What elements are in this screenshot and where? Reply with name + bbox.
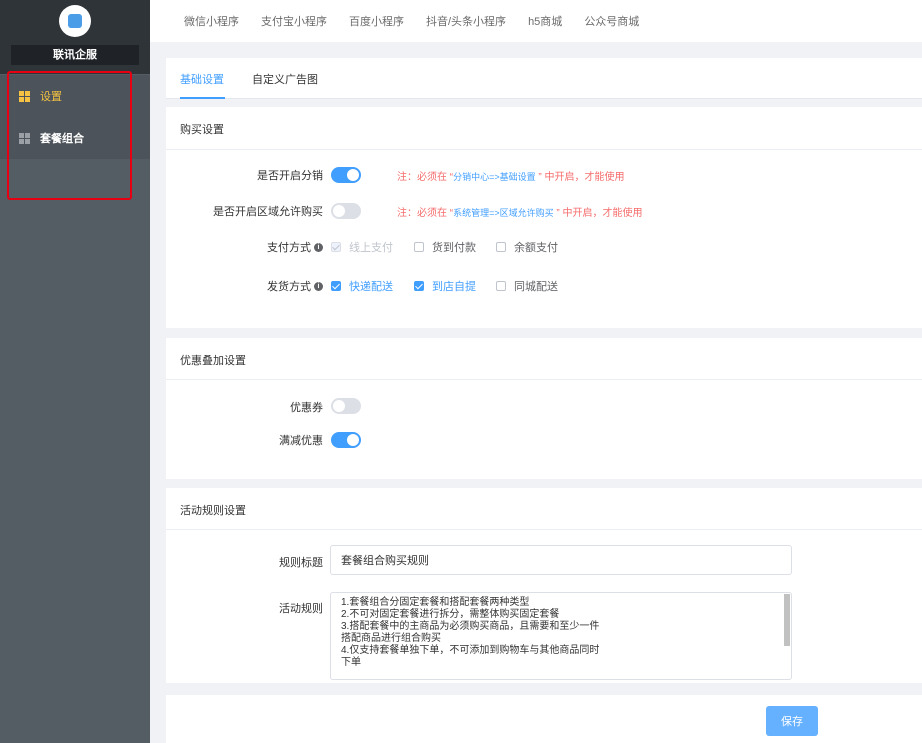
divider [166, 379, 922, 380]
full-reduction-switch[interactable] [331, 432, 361, 448]
sidebar-header: 联讯企服 [0, 0, 150, 74]
delivery-express-checkbox[interactable]: 快递配送 [331, 278, 393, 294]
nav-alipay-miniprogram[interactable]: 支付宝小程序 [261, 13, 327, 29]
purchase-settings-panel: 购买设置 是否开启分销 注：必须在 “分销中心=>基础设置 ” 中开启，才能使用… [166, 107, 922, 328]
activity-rules-textarea[interactable]: 1.套餐组合分固定套餐和搭配套餐两种类型 2.不可对固定套餐进行拆分，需整体购买… [330, 592, 792, 680]
rule-line: 2.不可对固定套餐进行拆分，需整体购买固定套餐 [341, 609, 560, 620]
rule-title-input[interactable] [330, 545, 792, 575]
delivery-local-checkbox[interactable]: 同城配送 [496, 278, 558, 294]
save-button[interactable]: 保存 [766, 706, 818, 736]
activity-rules-label: 活动规则 [279, 603, 323, 615]
activity-rules-panel: 活动规则设置 规则标题 活动规则 1.套餐组合分固定套餐和搭配套餐两种类型 2.… [166, 488, 922, 683]
nav-h5-mall[interactable]: h5商城 [528, 13, 562, 29]
rule-title-label: 规则标题 [279, 557, 323, 569]
nav-douyin-miniprogram[interactable]: 抖音/头条小程序 [426, 13, 506, 29]
brand-name: 联讯企服 [11, 45, 139, 65]
rule-line: 4.仅支持套餐单独下单，不可添加到购物车与其他商品同时 [341, 645, 600, 656]
sidebar: 联讯企服 设置 套餐组合 [0, 0, 150, 743]
region-purchase-switch[interactable] [331, 203, 361, 219]
discount-stacking-panel: 优惠叠加设置 优惠券 满减优惠 [166, 338, 922, 479]
info-icon: i [314, 242, 323, 252]
payment-online-checkbox[interactable]: 线上支付 [331, 239, 393, 255]
settings-tabs: 基础设置 自定义广告图 [166, 58, 922, 99]
section-title: 购买设置 [180, 124, 224, 136]
rule-line: 搭配商品进行组合购买 [341, 633, 441, 644]
payment-method-label: 支付方式 i [267, 239, 323, 255]
highlight-annotation-box [7, 71, 132, 200]
payment-cod-checkbox[interactable]: 货到付款 [414, 239, 476, 255]
footer-bar: 保存 [166, 695, 922, 743]
divider [166, 149, 922, 150]
delivery-pickup-checkbox[interactable]: 到店自提 [414, 278, 476, 294]
section-title: 优惠叠加设置 [180, 355, 246, 367]
coupon-label: 优惠券 [290, 402, 323, 414]
coupon-switch[interactable] [331, 398, 361, 414]
nav-baidu-miniprogram[interactable]: 百度小程序 [349, 13, 404, 29]
full-reduction-label: 满减优惠 [279, 435, 323, 447]
region-purchase-label: 是否开启区域允许购买 [213, 206, 323, 218]
region-purchase-note: 注：必须在 “系统管理=>区域允许购买 ” 中开启，才能使用 [397, 208, 643, 219]
info-icon: i [314, 281, 323, 291]
section-title: 活动规则设置 [180, 505, 246, 517]
rule-line: 3.搭配套餐中的主商品为必须购买商品，且需要和至少一件 [341, 621, 600, 632]
tab-custom-ad-image[interactable]: 自定义广告图 [252, 71, 318, 87]
distribution-switch[interactable] [331, 167, 361, 183]
rule-line: 下单 [341, 657, 361, 668]
nav-wechat-miniprogram[interactable]: 微信小程序 [184, 13, 239, 29]
tab-active-indicator [180, 97, 225, 99]
nav-official-account-mall[interactable]: 公众号商城 [584, 13, 639, 29]
tab-basic-settings[interactable]: 基础设置 [180, 71, 224, 87]
distribution-label: 是否开启分销 [257, 170, 323, 182]
delivery-method-label: 发货方式 i [267, 278, 323, 294]
payment-balance-checkbox[interactable]: 余额支付 [496, 239, 558, 255]
distribution-note: 注：必须在 “分销中心=>基础设置 ” 中开启，才能使用 [397, 172, 625, 183]
top-navigation: 微信小程序 支付宝小程序 百度小程序 抖音/头条小程序 h5商城 公众号商城 [150, 0, 922, 42]
logo [59, 5, 91, 37]
rule-line: 1.套餐组合分固定套餐和搭配套餐两种类型 [341, 597, 530, 608]
divider [166, 529, 922, 530]
textarea-scrollbar[interactable] [784, 594, 790, 646]
